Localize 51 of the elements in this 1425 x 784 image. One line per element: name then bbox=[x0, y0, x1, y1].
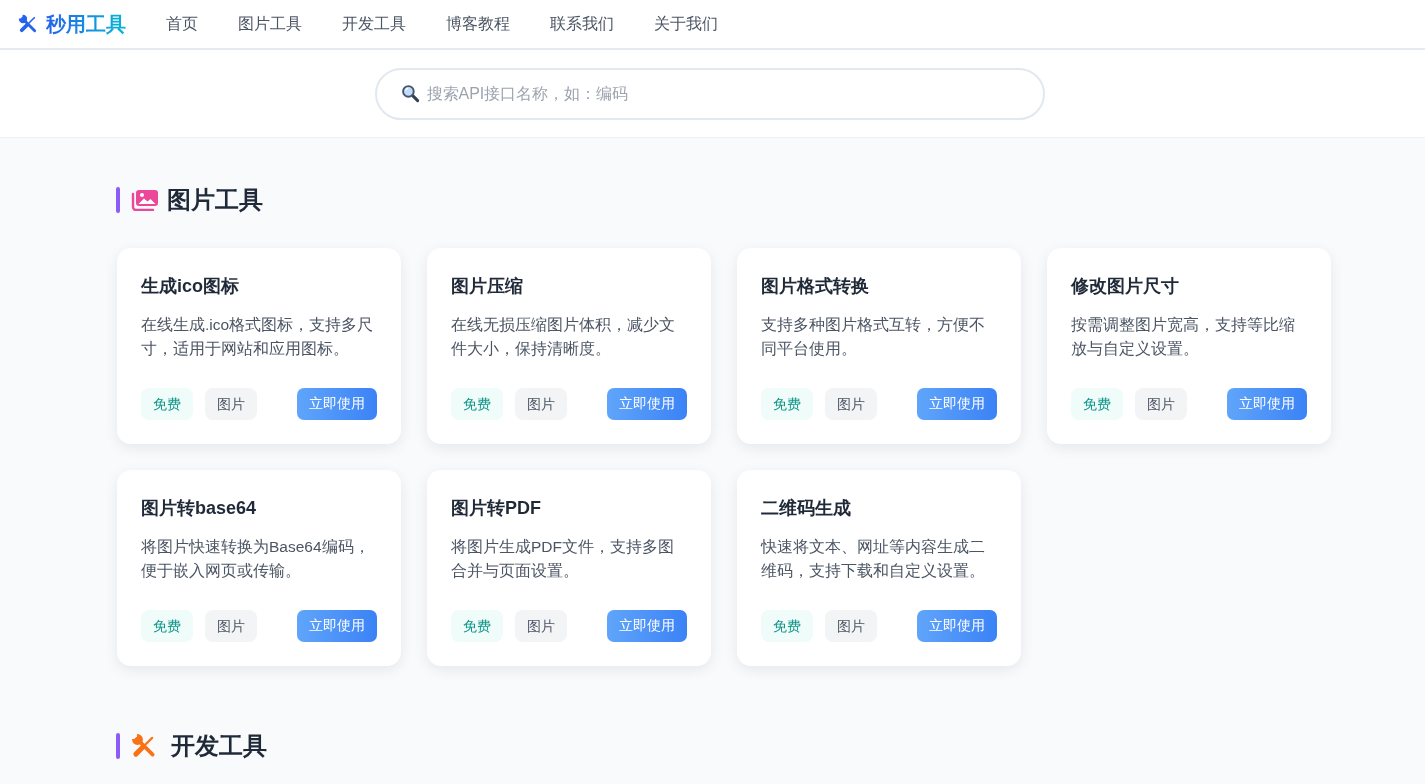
use-button[interactable]: 立即使用 bbox=[297, 388, 377, 420]
nav-link[interactable]: 博客教程 bbox=[446, 13, 510, 35]
tool-description: 在线生成.ico格式图标，支持多尺寸，适用于网站和应用图标。 bbox=[141, 315, 375, 359]
use-button[interactable]: 立即使用 bbox=[297, 610, 377, 642]
section-title: 开发工具 bbox=[171, 732, 267, 760]
nav-link[interactable]: 图片工具 bbox=[238, 13, 302, 35]
tool-title: 生成ico图标 bbox=[141, 275, 240, 298]
category-tag: 图片 bbox=[515, 388, 567, 420]
category-tag: 图片 bbox=[205, 388, 257, 420]
tool-title: 图片转PDF bbox=[451, 497, 542, 520]
accent-bar bbox=[116, 187, 120, 213]
tool-title: 修改图片尺寸 bbox=[1071, 275, 1180, 298]
section-title: 图片工具 bbox=[167, 186, 263, 214]
tool-title: 图片压缩 bbox=[451, 275, 524, 298]
use-button[interactable]: 立即使用 bbox=[607, 388, 687, 420]
price-tag: 免费 bbox=[141, 388, 193, 420]
tool-title: 图片转base64 bbox=[141, 497, 258, 520]
price-tag: 免费 bbox=[1071, 388, 1123, 420]
tool-description: 快速将文本、网址等内容生成二维码，支持下载和自定义设置。 bbox=[761, 537, 986, 581]
category-tag: 图片 bbox=[205, 610, 257, 642]
price-tag: 免费 bbox=[451, 610, 503, 642]
category-tag: 图片 bbox=[825, 610, 877, 642]
price-tag: 免费 bbox=[451, 388, 503, 420]
tool-description: 将图片生成PDF文件，支持多图合并与页面设置。 bbox=[451, 537, 675, 581]
tool-description: 将图片快速转换为Base64编码，便于嵌入网页或传输。 bbox=[141, 537, 371, 581]
nav-link[interactable]: 联系我们 bbox=[550, 13, 614, 35]
nav-link[interactable]: 关于我们 bbox=[654, 13, 718, 35]
search-icon bbox=[400, 83, 420, 103]
nav-link[interactable]: 开发工具 bbox=[342, 13, 406, 35]
accent-bar bbox=[116, 733, 120, 759]
category-tag: 图片 bbox=[1135, 388, 1187, 420]
nav-link[interactable]: 首页 bbox=[166, 13, 198, 35]
use-button[interactable]: 立即使用 bbox=[1227, 388, 1307, 420]
tool-title: 二维码生成 bbox=[761, 497, 852, 520]
price-tag: 免费 bbox=[761, 388, 813, 420]
use-button[interactable]: 立即使用 bbox=[917, 610, 997, 642]
tool-description: 在线无损压缩图片体积，减少文件大小，保持清晰度。 bbox=[451, 315, 676, 359]
use-button[interactable]: 立即使用 bbox=[917, 388, 997, 420]
tool-description: 支持多种图片格式互转，方便不同平台使用。 bbox=[761, 315, 986, 359]
category-tag: 图片 bbox=[515, 610, 567, 642]
search-field[interactable]: 搜索API接口名称，如：编码 bbox=[374, 67, 1045, 120]
tool-description: 按需调整图片宽高，支持等比缩放与自定义设置。 bbox=[1071, 315, 1296, 359]
tools-icon bbox=[131, 733, 157, 759]
category-tag: 图片 bbox=[825, 388, 877, 420]
price-tag: 免费 bbox=[141, 610, 193, 642]
price-tag: 免费 bbox=[761, 610, 813, 642]
site-logo[interactable]: 秒用工具 bbox=[46, 12, 126, 36]
use-button[interactable]: 立即使用 bbox=[607, 610, 687, 642]
tools-icon bbox=[18, 14, 38, 34]
image-icon bbox=[131, 189, 159, 211]
tool-title: 图片格式转换 bbox=[761, 275, 870, 298]
